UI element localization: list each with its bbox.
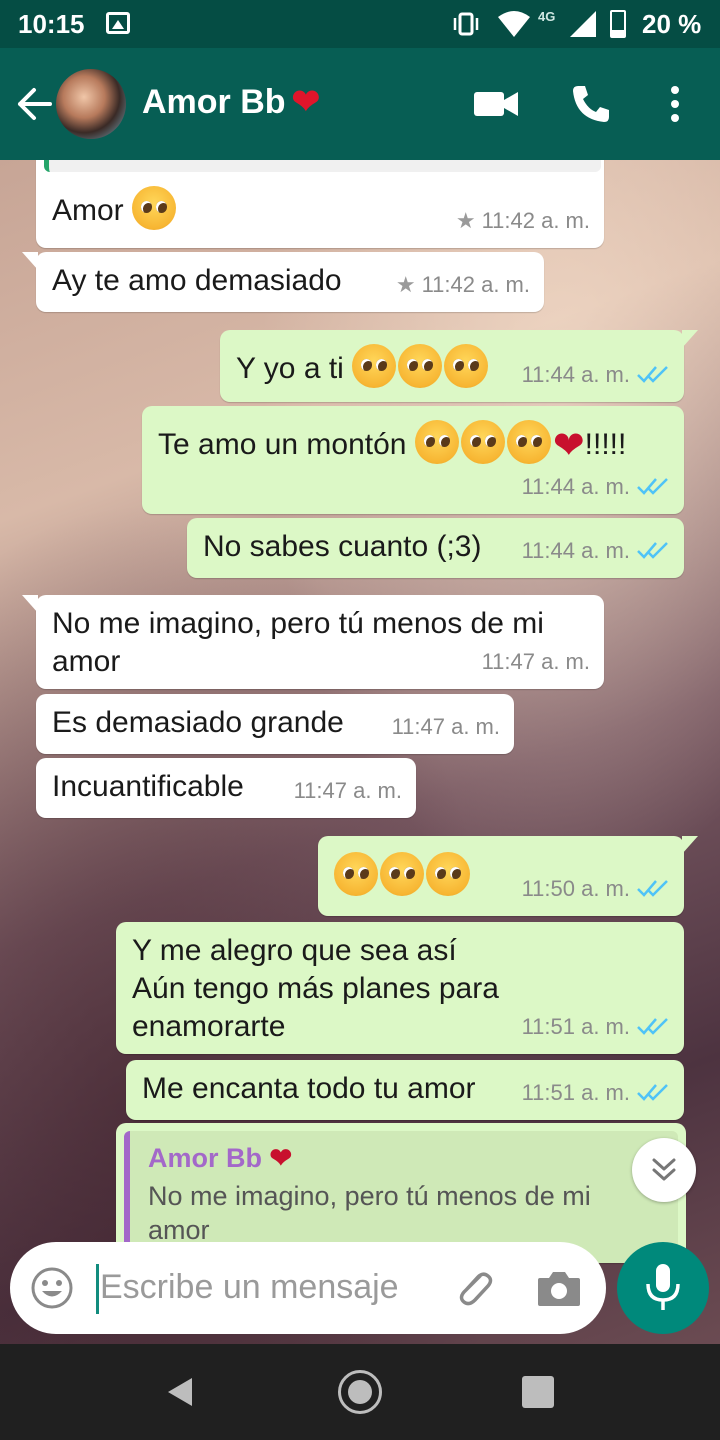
double-check-read-icon (637, 1018, 668, 1035)
message-meta: ★ 11:42 a. m. (395, 272, 530, 297)
quoted-sender: Amor Bb ❤ (148, 1143, 293, 1173)
nav-back-icon[interactable] (164, 1376, 196, 1408)
scroll-to-bottom-button[interactable] (632, 1138, 696, 1202)
message-meta: 11:47 a. m. (481, 649, 590, 674)
message-meta: 11:44 a. m. (522, 356, 670, 394)
message-text: Y yo a ti (236, 344, 490, 388)
message-text: Ay te amo demasiado (52, 264, 342, 297)
system-nav-bar (0, 1344, 720, 1440)
message-composer: Escribe un mensaje (10, 1242, 606, 1334)
quoted-text: No me imagino, pero tú menos de mi amor (148, 1181, 591, 1245)
nav-recents-icon[interactable] (522, 1376, 554, 1408)
video-call-icon[interactable] (472, 86, 520, 122)
status-time: 10:15 (18, 9, 85, 39)
message-bubble-incoming[interactable]: Es demasiado grande 11:47 a. m. (36, 694, 514, 754)
pleading-face-emoji-icon (334, 852, 378, 896)
double-check-read-icon (637, 1084, 668, 1101)
more-vert-icon[interactable] (660, 82, 690, 126)
camera-icon[interactable] (536, 1268, 582, 1308)
chat-header: Amor Bb ❤ (0, 48, 720, 160)
pleading-face-emoji-icon (380, 852, 424, 896)
pleading-face-emoji-icon (132, 186, 177, 230)
message-text: No sabes cuanto (;3) (203, 530, 482, 563)
gallery-notification-icon (106, 12, 130, 34)
heart-emoji-icon: ❤ (291, 83, 321, 121)
chat-messages[interactable]: Amor ★ 11:42 a. m. Ay te amo demasiado ★ 1… (0, 160, 720, 1344)
attach-icon[interactable] (450, 1264, 498, 1312)
message-bubble-outgoing[interactable]: Y yo a ti 11:44 a. m. (220, 330, 698, 402)
message-meta: 11:47 a. m. (293, 778, 402, 803)
message-bubble-outgoing[interactable]: No sabes cuanto (;3) 11:44 a. m. (187, 518, 684, 578)
message-meta: 11:47 a. m. (391, 714, 500, 739)
message-text: Es demasiado grande (52, 706, 344, 739)
message-meta: ★ 11:42 a. m. (455, 208, 590, 233)
message-meta: 11:44 a. m. (522, 468, 670, 506)
message-input[interactable]: Escribe un mensaje (100, 1268, 399, 1307)
battery-icon (610, 10, 626, 38)
double-check-read-icon (637, 478, 668, 495)
message-text: Te amo un montón ❤!!!!! (158, 420, 626, 465)
message-meta: 11:51 a. m. (522, 1008, 670, 1046)
message-meta: 11:50 a. m. (522, 870, 670, 908)
message-text: No me imagino, pero tú menos de mi amor (52, 607, 544, 678)
pleading-face-emoji-icon (460, 420, 505, 464)
contact-avatar[interactable] (56, 69, 126, 139)
emoji-icon[interactable] (30, 1266, 74, 1310)
message-text: Amor (52, 186, 178, 230)
message-bubble-incoming[interactable]: Ay te amo demasiado ★ 11:42 a. m. (22, 252, 544, 312)
message-meta: 11:44 a. m. (522, 532, 670, 570)
message-bubble-incoming[interactable]: Amor ★ 11:42 a. m. (36, 160, 604, 248)
heart-emoji-icon: ❤ (269, 1143, 293, 1173)
nav-home-icon[interactable] (338, 1370, 382, 1414)
mic-button[interactable] (617, 1242, 709, 1334)
text-caret (96, 1264, 99, 1314)
contact-title[interactable]: Amor Bb ❤ (142, 82, 320, 122)
network-type: 4G (538, 9, 556, 24)
vibrate-icon (453, 12, 479, 36)
pleading-face-emoji-icon (398, 344, 443, 388)
double-check-read-icon (637, 880, 668, 897)
star-icon: ★ (455, 208, 476, 233)
status-bar: 10:15 4G 20 % (0, 0, 720, 48)
pleading-face-emoji-icon (444, 344, 489, 388)
pleading-face-emoji-icon (414, 420, 459, 464)
signal-icon (570, 11, 596, 37)
message-bubble-outgoing[interactable]: Te amo un montón ❤!!!!! 11:44 a. m. (142, 406, 684, 514)
back-arrow-icon[interactable] (12, 82, 56, 126)
message-text: Me encanta todo tu amor (142, 1072, 476, 1105)
pleading-face-emoji-icon (352, 344, 397, 388)
message-text: Incuantificable (52, 770, 244, 803)
message-meta: 11:51 a. m. (522, 1074, 670, 1112)
heart-emoji-icon: ❤ (552, 425, 585, 467)
message-text: Y me alegro que sea así Aún tengo más pl… (132, 934, 499, 1043)
pleading-face-emoji-icon (426, 852, 470, 896)
message-bubble-outgoing[interactable]: Y me alegro que sea así Aún tengo más pl… (116, 922, 684, 1054)
message-bubble-outgoing[interactable]: 11:50 a. m. (318, 836, 698, 916)
contact-name: Amor Bb (142, 83, 286, 121)
message-bubble-outgoing[interactable]: Me encanta todo tu amor 11:51 a. m. (126, 1060, 684, 1120)
message-bubble-incoming[interactable]: No me imagino, pero tú menos de mi amor … (22, 595, 604, 689)
battery-percent: 20 % (642, 9, 702, 39)
wifi-icon (498, 11, 530, 37)
message-text (334, 852, 472, 896)
double-check-read-icon (637, 366, 668, 383)
double-check-read-icon (637, 542, 668, 559)
quoted-message-fragment (44, 160, 601, 172)
message-bubble-incoming[interactable]: Incuantificable 11:47 a. m. (36, 758, 416, 818)
phone-call-icon[interactable] (568, 82, 612, 126)
star-icon: ★ (395, 272, 416, 297)
pleading-face-emoji-icon (506, 420, 551, 464)
